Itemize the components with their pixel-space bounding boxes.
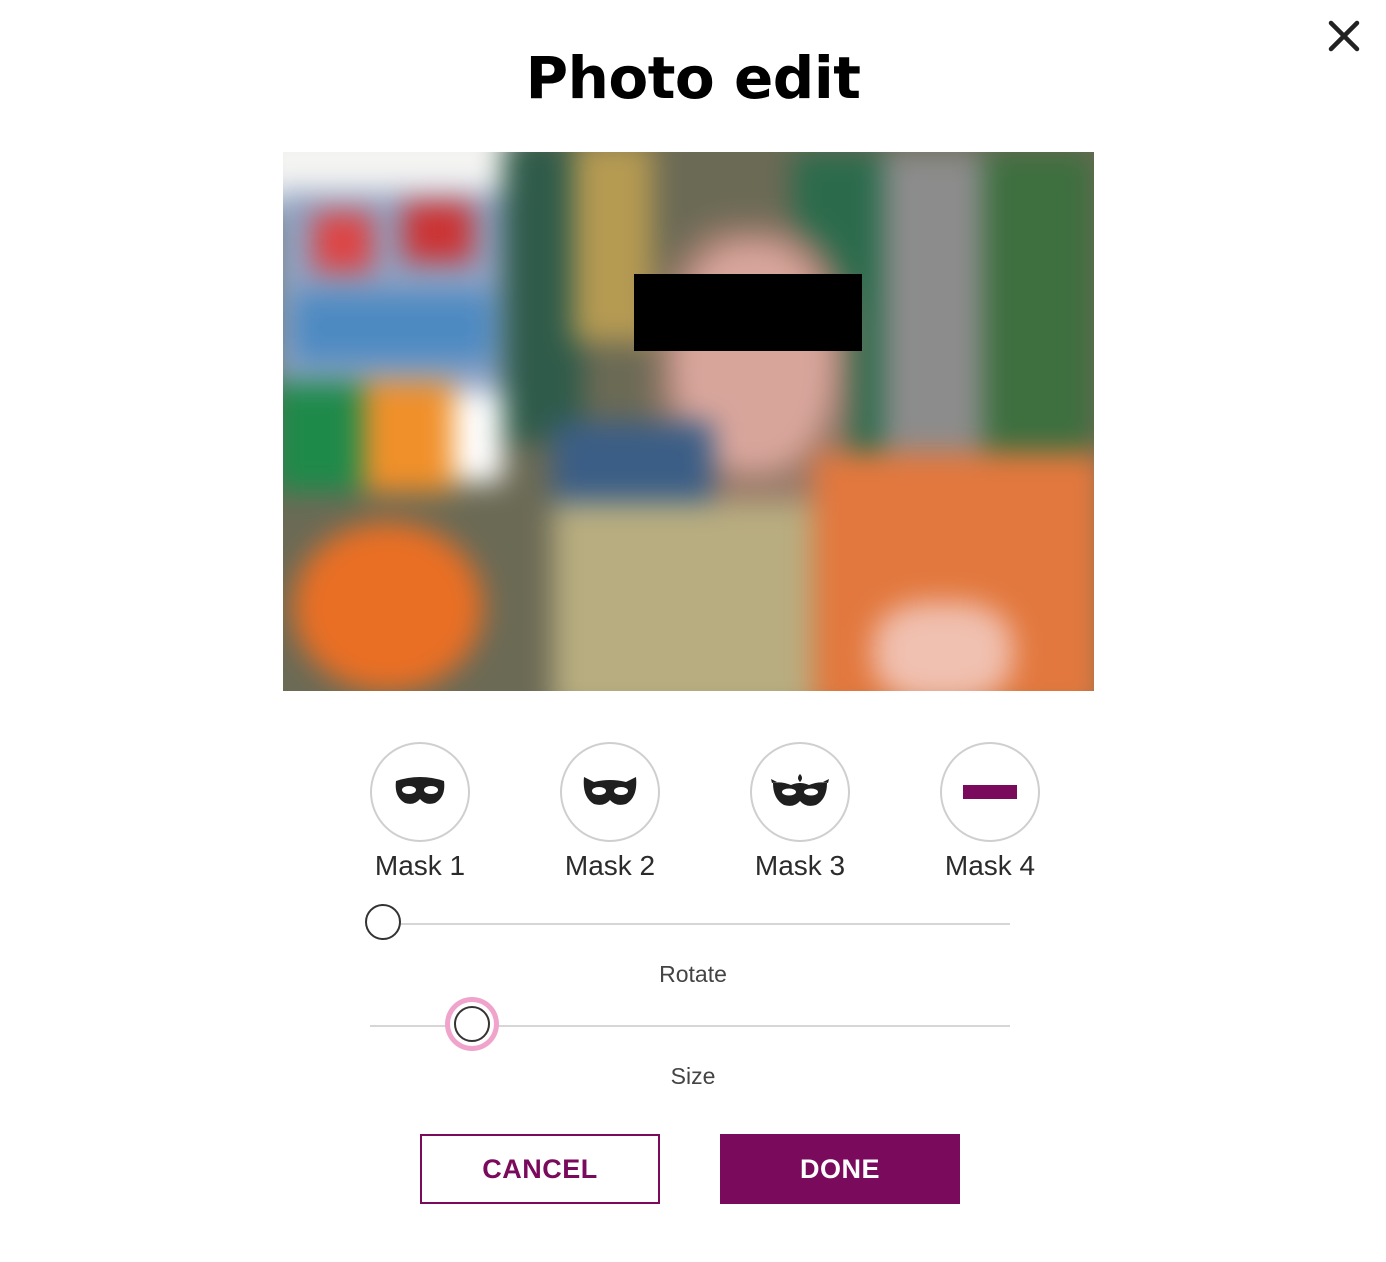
mask-option-3[interactable]: Mask 3	[750, 742, 850, 881]
mask-option-2[interactable]: Mask 2	[560, 742, 660, 881]
bar-mask-icon	[963, 785, 1017, 799]
size-slider[interactable]	[370, 1001, 1010, 1051]
mask-label-2: Mask 2	[564, 850, 656, 881]
dialog-title: Photo edit	[525, 44, 861, 112]
blurred-photo	[283, 152, 1094, 691]
mask-label-4: Mask 4	[944, 850, 1036, 881]
photo-preview	[283, 152, 1094, 691]
mask-label-3: Mask 3	[754, 850, 846, 881]
cancel-button[interactable]: CANCEL	[420, 1134, 660, 1204]
mask-ornate-icon	[771, 774, 829, 806]
size-slider-thumb[interactable]	[454, 1006, 491, 1042]
applied-mask[interactable]	[634, 274, 862, 351]
rotate-slider-thumb[interactable]	[364, 904, 401, 940]
rotate-label: Rotate	[659, 961, 727, 987]
mask-option-4[interactable]: Mask 4	[940, 742, 1040, 881]
rotate-slider[interactable]	[364, 899, 1010, 949]
mask-option-1[interactable]: Mask 1	[370, 742, 470, 881]
mask-cat-icon	[583, 777, 637, 805]
rotate-slider-track[interactable]	[370, 923, 1010, 925]
done-button[interactable]: DONE	[720, 1134, 960, 1204]
mask-plain-icon	[395, 777, 445, 804]
size-label: Size	[670, 1063, 716, 1089]
mask-label-1: Mask 1	[374, 850, 466, 881]
